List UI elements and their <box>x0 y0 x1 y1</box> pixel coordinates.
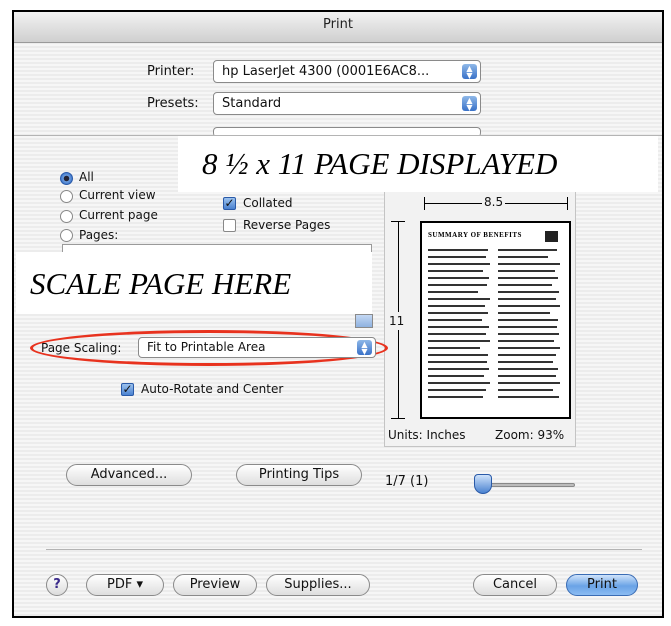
radio-all-label: All <box>79 170 94 184</box>
page-scaling-value: Fit to Printable Area <box>147 340 266 354</box>
pdf-button[interactable]: PDF ▾ <box>86 574 164 596</box>
thumbnail-text-line <box>428 312 488 314</box>
thumbnail-text-line <box>498 312 550 314</box>
thumbnail-text-line <box>498 319 558 321</box>
zoom-label: Zoom: 93% <box>495 428 565 442</box>
thumbnail-text-line <box>428 354 488 356</box>
radio-pages-label: Pages: <box>79 228 119 242</box>
thumbnail-text-line <box>498 277 558 279</box>
page-displayed-callout: 8 ½ x 11 PAGE DISPLAYED <box>178 136 658 192</box>
radio-all[interactable] <box>60 172 73 185</box>
thumbnail-text-line <box>498 396 559 398</box>
thumbnail-text-line <box>498 270 555 272</box>
thumbnail-text-line <box>428 284 487 286</box>
thumbnail-text-line <box>428 277 489 279</box>
radio-current-page[interactable] <box>60 210 73 223</box>
thumbnail-text-line <box>428 361 487 363</box>
thumbnail-text-line <box>428 305 485 307</box>
radio-current-view-label: Current view <box>79 188 156 202</box>
thumbnail-text-line <box>498 389 553 391</box>
thumbnail-text-line <box>428 389 486 391</box>
thumbnail-logo <box>545 231 558 242</box>
printer-value: hp LaserJet 4300 (0001E6AC8... <box>222 64 430 79</box>
reverse-pages-checkbox[interactable] <box>223 219 236 232</box>
popup-arrows-icon: ▲ ▼ <box>357 340 372 356</box>
width-label: 8.5 <box>482 195 506 209</box>
printing-tips-button[interactable]: Printing Tips <box>236 464 362 486</box>
popup-arrows-icon: ▲ ▼ <box>462 64 477 80</box>
presets-label: Presets: <box>147 96 199 111</box>
popup-arrows-icon: ▲ ▼ <box>462 96 477 112</box>
thumbnail-text-line <box>428 270 483 272</box>
page-indicator: 1/7 (1) <box>385 474 429 489</box>
separator <box>46 549 642 550</box>
units-label: Units: Inches <box>388 428 466 442</box>
thumbnail-text-line <box>498 249 557 251</box>
reverse-pages-label: Reverse Pages <box>243 218 331 232</box>
presets-value: Standard <box>222 96 282 111</box>
thumbnail-text-line <box>428 249 488 251</box>
thumbnail-text-line <box>498 375 556 377</box>
width-dimension-tick <box>424 197 425 210</box>
thumbnail-text-line <box>428 326 489 328</box>
radio-pages[interactable] <box>60 229 73 242</box>
collated-checkbox[interactable]: ✓ <box>223 197 236 210</box>
radio-current-view[interactable] <box>60 190 73 203</box>
auto-rotate-checkbox[interactable]: ✓ <box>121 383 134 396</box>
thumbnail-text-line <box>498 361 553 363</box>
thumbnail-text-line <box>498 340 554 342</box>
thumbnail-text-line <box>498 382 560 384</box>
thumbnail-text-line <box>428 347 480 349</box>
thumbnail-text-line <box>428 368 489 370</box>
thumbnail-text-line <box>498 256 548 258</box>
page-slider-thumb[interactable] <box>474 474 492 494</box>
advanced-button[interactable]: Advanced... <box>66 464 192 486</box>
thumbnail-text-line <box>428 319 482 321</box>
page-thumbnail: SUMMARY OF BENEFITS <box>420 221 571 419</box>
radio-current-page-label: Current page <box>79 208 158 222</box>
thumbnail-text-line <box>428 291 478 293</box>
thumbnail-text-line <box>498 326 557 328</box>
cancel-button[interactable]: Cancel <box>473 574 557 596</box>
collated-label: Collated <box>243 196 293 210</box>
thumbnail-text-line <box>428 298 490 300</box>
width-dimension-tick <box>567 197 568 210</box>
thumbnail-text-line <box>428 333 486 335</box>
thumbnail-text-line <box>498 284 552 286</box>
thumbnail-text-line <box>428 375 484 377</box>
print-button[interactable]: Print <box>566 574 638 596</box>
thumbnail-text-line <box>428 256 486 258</box>
thumbnail-text-line <box>498 305 560 307</box>
page-scaling-label: Page Scaling: <box>41 341 122 355</box>
preview-button[interactable]: Preview <box>173 574 257 596</box>
printer-label: Printer: <box>147 64 195 79</box>
thumbnail-text-line <box>498 298 556 300</box>
thumbnail-text-line <box>498 368 558 370</box>
supplies-button[interactable]: Supplies... <box>266 574 370 596</box>
thumbnail-text-line <box>498 291 559 293</box>
scale-page-callout: SCALE PAGE HERE <box>16 252 372 314</box>
thumbnail-text-line <box>498 333 559 335</box>
page-scaling-popup[interactable]: Fit to Printable Area ▲ ▼ <box>138 337 376 358</box>
height-label: 11 <box>389 312 405 330</box>
window-title: Print <box>323 17 353 32</box>
thumbnail-text-line <box>498 263 560 265</box>
thumbnail-text-line <box>428 382 490 384</box>
thumbnail-text-line <box>498 347 560 349</box>
thumbnail-text-line <box>428 263 490 265</box>
help-button[interactable]: ? <box>46 574 68 596</box>
printer-popup[interactable]: hp LaserJet 4300 (0001E6AC8... ▲ ▼ <box>213 60 481 83</box>
scroll-corner[interactable] <box>355 314 373 328</box>
thumbnail-text-line <box>428 340 490 342</box>
height-dimension-tick <box>391 221 405 222</box>
thumbnail-text-line <box>498 354 556 356</box>
auto-rotate-label: Auto-Rotate and Center <box>141 382 284 396</box>
thumbnail-text-line <box>428 396 483 398</box>
thumbnail-title: SUMMARY OF BENEFITS <box>428 231 522 239</box>
presets-popup[interactable]: Standard ▲ ▼ <box>213 92 481 115</box>
height-dimension-tick <box>391 418 405 419</box>
